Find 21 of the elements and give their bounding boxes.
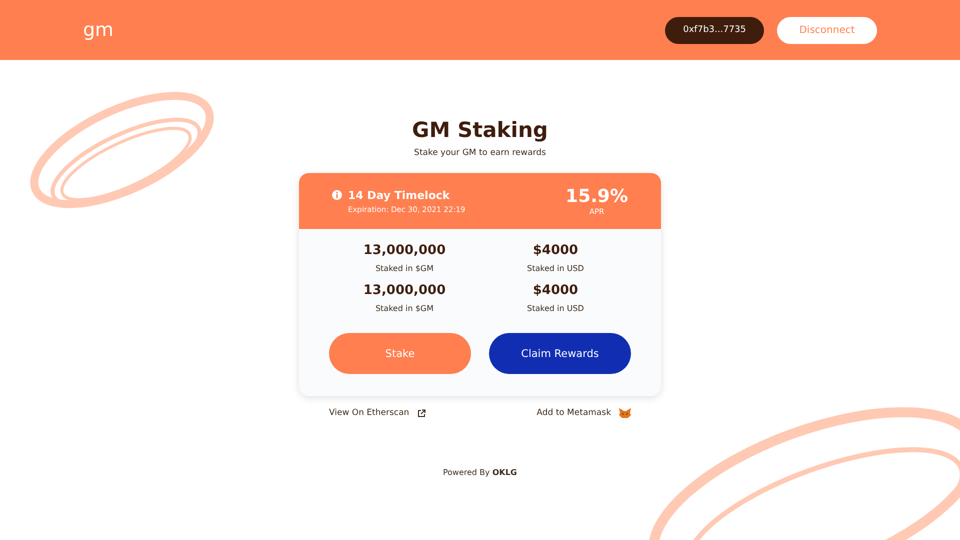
fox-icon [619,408,631,418]
stat-value: $4000 [532,283,578,298]
stat-value: 13,000,000 [363,283,446,298]
page-title: GM Staking [412,118,548,142]
stat-value: 13,000,000 [363,243,446,258]
page-subtitle: Stake your GM to earn rewards [414,148,546,158]
stat-label: Staked in $GM [375,304,434,313]
wallet-address-button[interactable]: 0xf7b3...7735 [665,16,764,44]
etherscan-link[interactable]: View On Etherscan [329,408,410,418]
stat-label: Staked in USD [527,264,584,273]
powered-by-text: Powered By OKLG [443,468,517,477]
stat-label: Staked in USD [527,304,584,313]
stat-value: $4000 [532,243,578,258]
apr-value: 15.9% [566,186,628,207]
external-link-icon [417,408,426,418]
claim-rewards-button[interactable]: Claim Rewards [489,333,631,374]
pool-name: 14 Day Timelock [348,188,450,202]
stat-label: Staked in $GM [375,264,434,273]
info-icon [332,190,342,200]
logo: gm [83,19,114,41]
metamask-link[interactable]: Add to Metamask [536,408,611,418]
